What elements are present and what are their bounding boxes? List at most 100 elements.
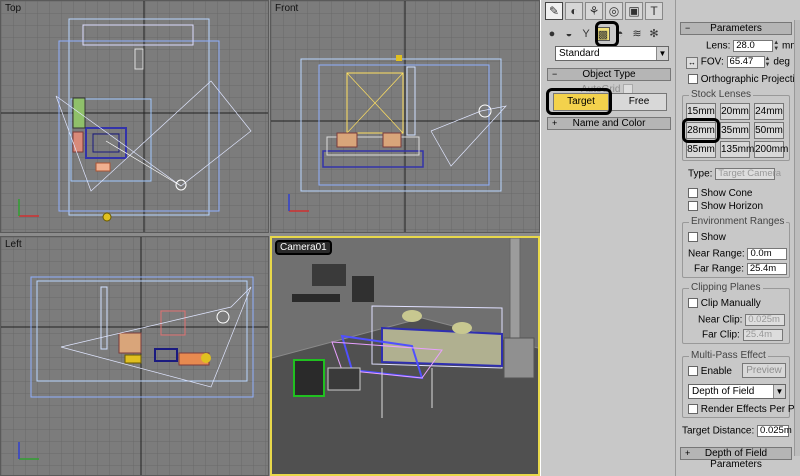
show-cone-checkbox[interactable] bbox=[688, 188, 698, 199]
viewport-top[interactable]: Top bbox=[0, 0, 269, 233]
lights-icon[interactable]: Y bbox=[579, 27, 593, 41]
multipass-enable-row[interactable]: Enable bbox=[688, 366, 732, 377]
type-row: Type: Target Camera bbox=[688, 168, 781, 180]
subcategory-value: Standard bbox=[559, 48, 600, 59]
per-pass-label: Render Effects Per Pass bbox=[700, 404, 800, 415]
parameters-title: Parameters bbox=[710, 23, 762, 34]
near-range-label: Near Range: bbox=[688, 248, 745, 260]
fov-direction-icon[interactable]: ↔ bbox=[686, 56, 698, 69]
systems-icon[interactable]: ✻ bbox=[647, 27, 661, 41]
multipass-enable-checkbox[interactable] bbox=[688, 366, 698, 377]
viewport-label-camera[interactable]: Camera01 bbox=[275, 240, 332, 255]
lens-spinner[interactable]: 28.0 bbox=[733, 40, 774, 52]
chevron-down-icon: ▼ bbox=[773, 385, 785, 398]
motion-icon[interactable]: ◎ bbox=[605, 2, 623, 20]
fov-spinner[interactable]: 65.47 bbox=[726, 56, 765, 68]
object-type-title: Object Type bbox=[582, 69, 636, 80]
panel-scrollbar[interactable] bbox=[794, 20, 800, 456]
name-color-rollout-header[interactable]: + Name and Color bbox=[547, 117, 671, 130]
multipass-title: Multi-Pass Effect bbox=[689, 350, 768, 361]
near-clip-spinner[interactable]: 0.025m bbox=[745, 314, 786, 326]
viewport-top-scene bbox=[1, 1, 268, 232]
multipass-effect-value: Depth of Field bbox=[692, 386, 755, 397]
utilities-icon[interactable]: T bbox=[645, 2, 663, 20]
command-panel: ✎ ◐ ⚘ ◎ ▣ T ● ◒ Y ▩ ◓ ≋ ✻ Standard ▼ − O… bbox=[540, 0, 675, 476]
spacewarps-icon[interactable]: ≋ bbox=[630, 27, 644, 41]
env-show-checkbox[interactable] bbox=[688, 232, 698, 243]
dof-params-title: Depth of Field Parameters bbox=[704, 448, 768, 470]
lens-20mm-button[interactable]: 20mm bbox=[720, 103, 750, 120]
near-clip-label: Near Clip: bbox=[698, 314, 743, 326]
viewport-left-scene bbox=[1, 237, 268, 475]
spinner-arrows-icon[interactable]: ▲ ▼ bbox=[773, 40, 779, 52]
create-icon[interactable]: ✎ bbox=[545, 2, 563, 20]
far-range-spinner[interactable]: 25.4m bbox=[746, 263, 787, 275]
stock-lenses-title: Stock Lenses bbox=[689, 89, 754, 100]
far-range-row: Far Range: 25.4m bbox=[694, 263, 787, 275]
multipass-enable-label: Enable bbox=[700, 366, 732, 377]
show-horizon-row[interactable]: Show Horizon bbox=[688, 201, 763, 212]
target-distance-label: Target Distance: bbox=[682, 425, 755, 437]
chevron-down-icon: ▼ bbox=[656, 47, 668, 60]
viewport-front-scene bbox=[271, 1, 539, 232]
far-clip-spinner[interactable]: 25.4m bbox=[742, 329, 783, 341]
expand-icon: + bbox=[552, 118, 558, 128]
show-horizon-label: Show Horizon bbox=[700, 201, 764, 212]
object-type-rollout-header[interactable]: − Object Type bbox=[547, 68, 671, 81]
viewport-left[interactable]: Left bbox=[0, 236, 269, 476]
near-range-row: Near Range: 0.0m bbox=[688, 248, 788, 260]
clip-manual-row[interactable]: Clip Manually bbox=[688, 298, 761, 309]
far-clip-label: Far Clip: bbox=[702, 329, 740, 341]
lens-85mm-button[interactable]: 85mm bbox=[686, 141, 716, 158]
dof-params-rollout-header[interactable]: + Depth of Field Parameters bbox=[680, 447, 792, 470]
env-show-row[interactable]: Show bbox=[688, 232, 726, 243]
lens-row: Lens: 28.0 ▲ ▼ mm bbox=[706, 40, 799, 52]
show-cone-row[interactable]: Show Cone bbox=[688, 188, 752, 199]
viewport-front[interactable]: Front bbox=[270, 0, 540, 233]
lens-200mm-button[interactable]: 200mm bbox=[754, 141, 788, 158]
near-range-spinner[interactable]: 0.0m bbox=[747, 248, 788, 260]
viewport-camera[interactable]: Camera01 bbox=[270, 236, 540, 476]
env-ranges-title: Environment Ranges bbox=[689, 216, 787, 227]
parameters-rollout-header[interactable]: − Parameters bbox=[680, 22, 792, 35]
lens-135mm-button[interactable]: 135mm bbox=[720, 141, 754, 158]
env-show-label: Show bbox=[700, 232, 726, 243]
per-pass-row[interactable]: Render Effects Per Pass bbox=[688, 404, 800, 415]
viewport-camera-scene bbox=[272, 238, 538, 474]
ortho-checkbox[interactable] bbox=[688, 74, 698, 85]
spinner-arrows-icon[interactable]: ▲ ▼ bbox=[765, 56, 771, 68]
clip-manual-checkbox[interactable] bbox=[688, 298, 698, 309]
type-label: Type: bbox=[688, 168, 713, 180]
free-button[interactable]: Free bbox=[611, 93, 667, 111]
ortho-label: Orthographic Projection bbox=[700, 74, 800, 85]
target-distance-row: Target Distance: 0.025m bbox=[682, 425, 792, 437]
type-dropdown[interactable]: Target Camera bbox=[715, 168, 781, 180]
target-distance-spinner[interactable]: 0.025m bbox=[757, 425, 792, 437]
viewport-label-left[interactable]: Left bbox=[5, 239, 22, 250]
per-pass-checkbox[interactable] bbox=[688, 404, 698, 415]
camera-highlight-circle bbox=[595, 21, 619, 47]
show-horizon-checkbox[interactable] bbox=[688, 201, 698, 212]
near-clip-row: Near Clip: 0.025m bbox=[698, 314, 786, 326]
target-highlight-circle bbox=[546, 88, 612, 115]
viewport-label-front[interactable]: Front bbox=[275, 3, 298, 14]
hierarchy-icon[interactable]: ⚘ bbox=[585, 2, 603, 20]
display-icon[interactable]: ▣ bbox=[625, 2, 643, 20]
lens-50mm-button[interactable]: 50mm bbox=[754, 122, 784, 139]
geometry-icon[interactable]: ● bbox=[545, 27, 559, 41]
ortho-row[interactable]: Orthographic Projection bbox=[688, 74, 800, 85]
clipping-title: Clipping Planes bbox=[689, 282, 763, 293]
modify-icon[interactable]: ◐ bbox=[565, 2, 583, 20]
fov-unit: deg bbox=[773, 56, 790, 68]
far-range-label: Far Range: bbox=[694, 263, 745, 275]
lens-28mm-highlight-circle bbox=[682, 118, 720, 143]
viewport-label-top[interactable]: Top bbox=[5, 3, 21, 14]
subcategory-dropdown[interactable]: Standard ▼ bbox=[555, 46, 669, 61]
preview-button[interactable]: Preview bbox=[742, 363, 786, 378]
fov-row: ↔ FOV: 65.47 ▲ ▼ deg bbox=[686, 56, 790, 69]
expand-icon: + bbox=[685, 448, 691, 458]
multipass-effect-dropdown[interactable]: Depth of Field ▼ bbox=[688, 384, 786, 399]
lens-35mm-button[interactable]: 35mm bbox=[720, 122, 750, 139]
shapes-icon[interactable]: ◒ bbox=[562, 27, 576, 41]
lens-24mm-button[interactable]: 24mm bbox=[754, 103, 784, 120]
